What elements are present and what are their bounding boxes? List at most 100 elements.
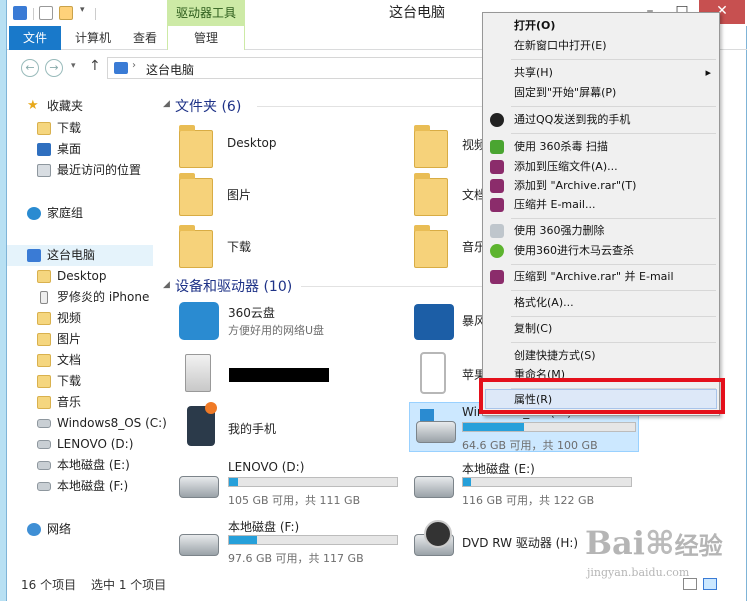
folder-tile-pictures[interactable]: 图片 (171, 172, 391, 218)
360-antivirus-icon (490, 140, 504, 154)
up-button[interactable]: ↑ (89, 58, 101, 74)
menu-item-format[interactable]: 格式化(A)... (485, 293, 717, 313)
highlight-annotation-box (479, 378, 725, 414)
tile-label: LENOVO (D:) (228, 460, 305, 474)
devices-group-header[interactable]: 设备和驱动器 (10) (175, 276, 292, 296)
drive-tile-d[interactable]: LENOVO (D:) 105 GB 可用，共 111 GB (171, 458, 401, 508)
sidebar-item-desktop-folder[interactable]: Desktop (7, 266, 157, 287)
menu-label: 添加到压缩文件(A)... (514, 160, 618, 173)
menu-item-360-scan[interactable]: 使用 360杀毒 扫描 (485, 137, 717, 157)
drive-tile-e[interactable]: 本地磁盘 (E:) 116 GB 可用，共 122 GB (406, 458, 638, 508)
folders-group-header[interactable]: 文件夹 (6) (175, 96, 241, 116)
sidebar-item-documents[interactable]: 文档 (7, 350, 157, 371)
menu-item-pin-start[interactable]: 固定到"开始"屏幕(P) (485, 83, 717, 103)
menu-item-add-archive-rar[interactable]: 添加到 "Archive.rar"(T) (485, 176, 717, 196)
pc-icon (27, 249, 41, 262)
menu-item-add-archive[interactable]: 添加到压缩文件(A)... (485, 157, 717, 177)
back-button[interactable]: ← (21, 59, 39, 77)
folder-icon (179, 125, 213, 168)
tile-description: 97.6 GB 可用，共 117 GB (228, 552, 364, 565)
sidebar-label: Windows8_OS (C:) (57, 416, 167, 430)
menu-label: 格式化(A)... (514, 296, 574, 309)
drive-usage-bar (462, 477, 632, 487)
address-bar[interactable]: › 这台电脑 (107, 57, 507, 79)
tab-file[interactable]: 文件 (9, 26, 62, 50)
collapse-icon[interactable]: ◢ (163, 99, 170, 109)
sidebar-item-downloads-pc[interactable]: 下载 (7, 371, 157, 392)
collapse-icon[interactable]: ◢ (163, 280, 170, 290)
menu-separator (511, 316, 716, 317)
breadcrumb-arrow-icon[interactable]: › (132, 60, 136, 71)
device-tile-redacted[interactable] (171, 350, 391, 396)
tab-view[interactable]: 查看 (119, 26, 171, 50)
menu-separator (511, 218, 716, 219)
selection-count: 选中 1 个项目 (91, 578, 167, 592)
recent-locations-icon[interactable]: ▾ (71, 61, 76, 71)
divider (95, 8, 96, 20)
menu-item-qq-send[interactable]: 通过QQ发送到我的手机 (485, 110, 717, 130)
sidebar-label: 图片 (57, 332, 82, 346)
properties-icon[interactable] (39, 6, 53, 20)
sidebar-item-this-pc[interactable]: 这台电脑 (7, 245, 153, 266)
sidebar-item-downloads[interactable]: 下载 (7, 118, 157, 139)
recent-places-icon (37, 164, 51, 177)
menu-item-open[interactable]: 打开(O) (485, 16, 717, 36)
music-folder-icon (37, 396, 51, 409)
menu-item-compress-email[interactable]: 压缩并 E-mail... (485, 195, 717, 215)
drive-icon (179, 534, 219, 556)
folder-tile-desktop[interactable]: Desktop (171, 124, 391, 170)
sidebar-item-network[interactable]: 网络 (7, 519, 157, 540)
device-tile-360-cloud[interactable]: 360云盘 方便好用的网络U盘 (171, 300, 391, 344)
sidebar-item-desktop[interactable]: 桌面 (7, 139, 157, 160)
sidebar-item-homegroup[interactable]: 家庭组 (7, 203, 157, 224)
qat-dropdown-icon[interactable]: ▾ (80, 5, 85, 15)
drive-tile-f[interactable]: 本地磁盘 (F:) 97.6 GB 可用，共 117 GB (171, 514, 401, 565)
video-folder-icon (37, 312, 51, 325)
menu-item-open-new-window[interactable]: 在新窗口中打开(E) (485, 36, 717, 56)
menu-item-share[interactable]: 共享(H) ▸ (485, 63, 717, 83)
menu-label: 在新窗口中打开(E) (514, 39, 607, 52)
sidebar-label: 音乐 (57, 395, 82, 409)
sidebar-label: 这台电脑 (47, 248, 96, 262)
drive-usage-fill (463, 478, 472, 486)
tab-manage[interactable]: 管理 (167, 26, 245, 50)
sidebar-item-music[interactable]: 音乐 (7, 392, 157, 413)
sidebar-item-favorites[interactable]: ★ 收藏夹 (7, 96, 157, 117)
iphone-icon (420, 352, 446, 394)
sidebar-item-drive-f[interactable]: 本地磁盘 (F:) (7, 476, 157, 497)
documents-folder-icon (414, 173, 448, 216)
sidebar-item-drive-e[interactable]: 本地磁盘 (E:) (7, 455, 157, 476)
sidebar-label: 桌面 (57, 142, 82, 156)
new-folder-icon[interactable] (59, 6, 73, 20)
sidebar-item-pictures[interactable]: 图片 (7, 329, 157, 350)
menu-item-360-delete[interactable]: 使用 360强力删除 (485, 221, 717, 241)
details-view-icon[interactable] (683, 578, 697, 590)
forward-button[interactable]: → (45, 59, 63, 77)
breadcrumb-this-pc[interactable]: 这台电脑 (146, 61, 194, 78)
menu-item-copy[interactable]: 复制(C) (485, 319, 717, 339)
drive-icon (37, 440, 51, 449)
sidebar-item-drive-c[interactable]: Windows8_OS (C:) (7, 413, 167, 434)
tab-computer[interactable]: 计算机 (61, 26, 125, 50)
tile-label: 图片 (227, 188, 252, 202)
menu-item-rar-email[interactable]: 压缩到 "Archive.rar" 并 E-mail (485, 267, 717, 287)
menu-label: 压缩到 "Archive.rar" 并 E-mail (514, 270, 674, 283)
sidebar-label: 下载 (57, 121, 82, 135)
sidebar-item-recent[interactable]: 最近访问的位置 (7, 160, 157, 181)
sidebar-item-drive-d[interactable]: LENOVO (D:) (7, 434, 157, 455)
winrar-icon (490, 198, 504, 212)
device-tile-my-phone[interactable]: 我的手机 (171, 402, 391, 450)
menu-item-360-trojan-scan[interactable]: 使用360进行木马云查杀 (485, 241, 717, 261)
drive-usage-fill (229, 536, 257, 544)
downloads-folder-icon (179, 225, 213, 268)
folder-tile-downloads[interactable]: 下载 (171, 224, 391, 270)
downloads-folder-icon (37, 375, 51, 388)
large-icons-view-icon[interactable] (703, 578, 717, 590)
menu-label: 使用360进行木马云查杀 (514, 244, 634, 257)
homegroup-icon (27, 207, 41, 220)
menu-item-create-shortcut[interactable]: 创建快捷方式(S) (485, 346, 717, 366)
tile-label: DVD RW 驱动器 (H:) (462, 536, 579, 550)
sidebar-item-iphone[interactable]: 罗修炎的 iPhone (7, 287, 157, 308)
sidebar-item-videos[interactable]: 视频 (7, 308, 157, 329)
badge-icon (205, 402, 217, 414)
